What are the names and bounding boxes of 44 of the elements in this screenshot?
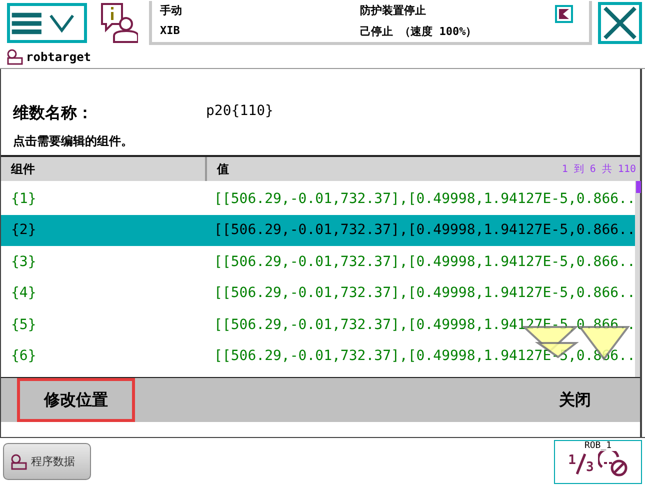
table-row[interactable]: {2} [[506.29,-0.01,732.37],[0.49998,1.94127E-5,0.866.. (1, 214, 636, 246)
column-header: 值 (217, 160, 229, 178)
status-flag-icon (555, 5, 573, 23)
name-value: p20{110} (206, 103, 274, 119)
value-cell-text: [[506.29,-0.01,732.37],[0.49998,1.94127E-5,0.866.. (213, 254, 636, 270)
fraction-denominator: 3 (586, 460, 594, 474)
table-row[interactable]: {4} [[506.29,-0.01,732.37],[0.49998,1.94127E-5,0.866.. (1, 278, 636, 309)
component-cell-text: {2} (10, 222, 38, 238)
name-label: 维数名称： (13, 103, 94, 119)
safety-status: 防护装置停止 (360, 3, 427, 18)
taskbar-button[interactable]: 程序数据 (3, 443, 91, 480)
operation-mode: 手动 (160, 3, 183, 18)
quickset-button[interactable]: ROB_1 1 3 (554, 440, 642, 484)
event-log-icon[interactable] (98, 2, 138, 44)
main-menu-button[interactable] (7, 3, 87, 43)
action-button[interactable]: 修改位置 (17, 378, 135, 422)
table-row[interactable]: {6} [[506.29,-0.01,732.37],[0.49998,1.94127E-5,0.866.. (1, 340, 636, 372)
close-button[interactable] (598, 2, 642, 44)
close-icon (602, 5, 638, 41)
column-header: 组件 (1, 157, 207, 181)
instruction-text: 点击需要编辑的组件。 (12, 133, 134, 150)
component-cell-text: {3} (10, 254, 38, 270)
speed-status: 己停止 （速度 100%） (360, 24, 478, 39)
robot-name: ROB_1 (584, 440, 612, 450)
component-cell-text: {6} (10, 348, 38, 364)
controller-name: XIB (160, 24, 181, 37)
fraction-numerator: 1 (568, 452, 576, 468)
value-cell-text: [[506.29,-0.01,732.37],[0.49998,1.94127E-5,0.866.. (213, 190, 636, 207)
table-row[interactable]: {3} [[506.29,-0.01,732.37],[0.49998,1.94127E-5,0.866.. (1, 246, 636, 278)
value-cell-text: [[506.29,-0.01,732.37],[0.49998,1.94127E-5,0.866.. (213, 222, 636, 238)
speed-icon (598, 450, 628, 476)
value-cell-text: [[506.29,-0.01,732.37],[0.49998,1.94127E-5,0.866.. (213, 285, 636, 302)
component-cell-text: {4} (10, 285, 38, 302)
table-row[interactable]: {1} [[506.29,-0.01,732.37],[0.49998,1.94127E-5,0.866.. (1, 183, 636, 214)
action-button[interactable]: 关闭 (540, 378, 610, 422)
component-cell-text: {5} (10, 316, 38, 333)
range-indicator: 1 到 6 共 110 (562, 162, 636, 176)
table-row[interactable]: {5} [[506.29,-0.01,732.37],[0.49998,1.94127E-5,0.866.. (1, 309, 636, 340)
view-title: robtarget (26, 50, 92, 64)
scrollbar[interactable] (635, 181, 640, 377)
fraction-slash-icon (576, 452, 586, 474)
value-cell-text: [[506.29,-0.01,732.37],[0.49998,1.94127E-5,0.866.. (213, 348, 636, 364)
value-cell-text: [[506.29,-0.01,732.37],[0.49998,1.94127E-5,0.866.. (213, 316, 636, 333)
component-cell-text: {1} (10, 190, 38, 207)
